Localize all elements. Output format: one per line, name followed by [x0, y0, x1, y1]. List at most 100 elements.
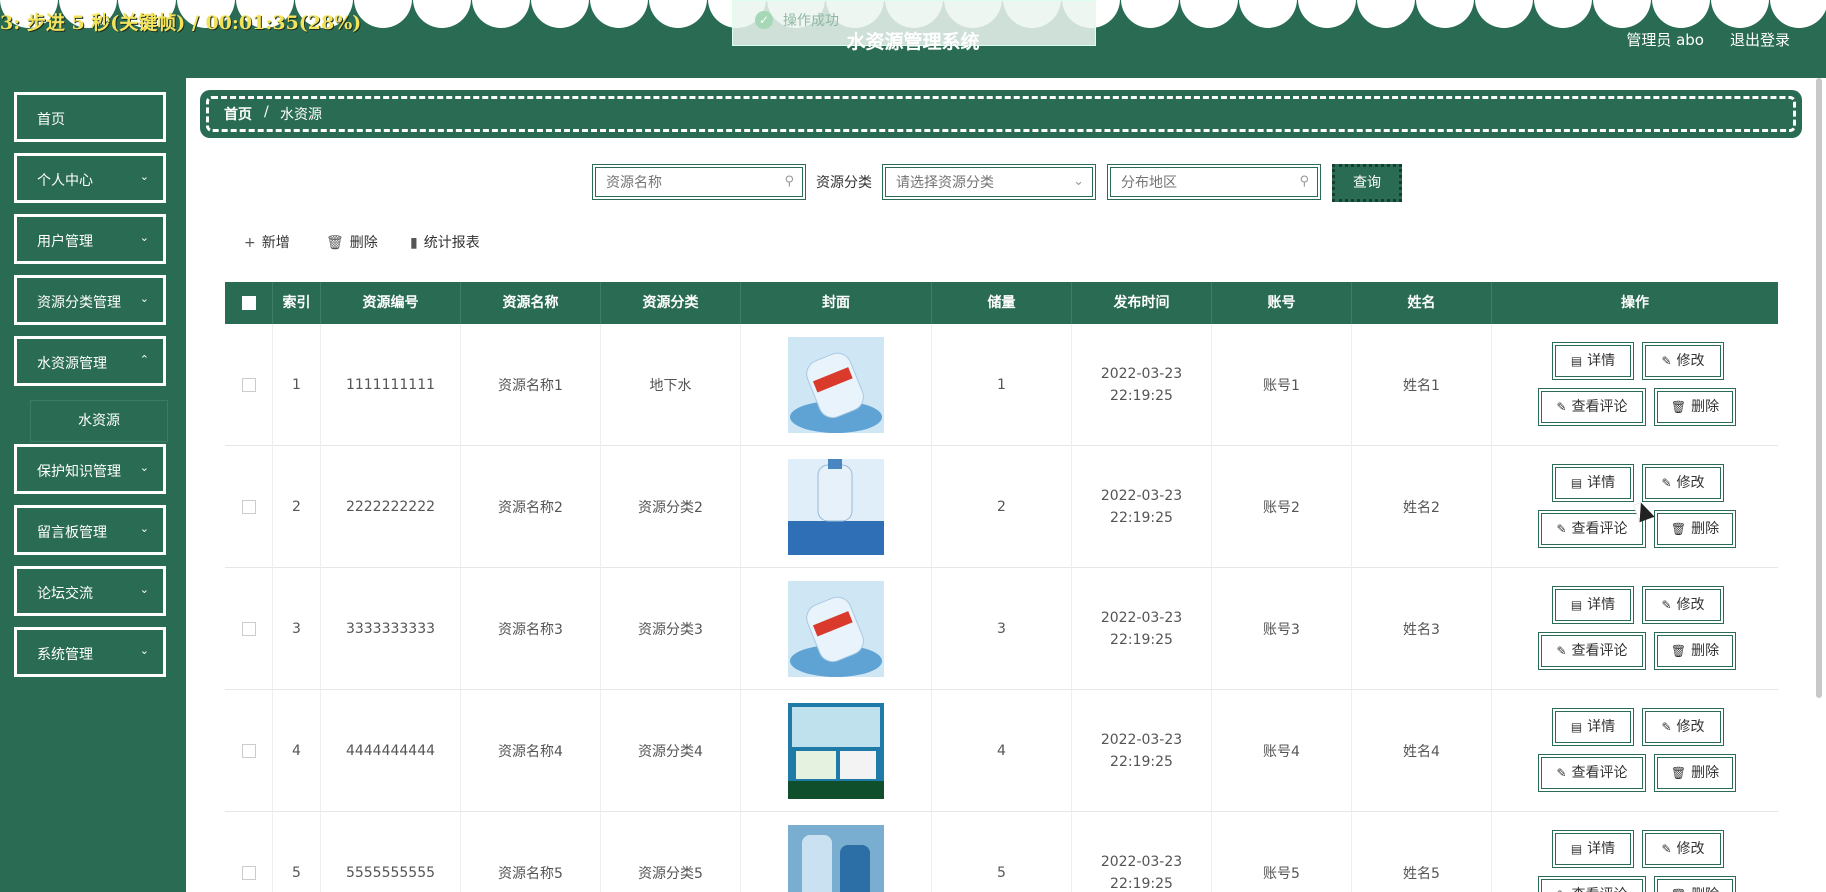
cell-code: 4444444444 [321, 690, 461, 812]
cell-cover [741, 690, 932, 812]
row-checkbox[interactable] [241, 378, 256, 392]
scallop [1652, 0, 1710, 28]
edit-button[interactable]: ✎ 修改 [1642, 708, 1724, 746]
cell-time: 2022-03-23 22:19:25 [1072, 812, 1212, 892]
detail-button[interactable]: ▤ 详情 [1552, 586, 1634, 624]
cell-actions: ▤ 详情 ✎ 修改 ✎ 查看评论 🗑 删除 [1492, 690, 1778, 812]
sidebar-item-message-board[interactable]: 留言板管理 ⌄ [14, 505, 166, 555]
detail-button[interactable]: ▤ 详情 [1552, 830, 1634, 868]
header-person: 姓名 [1352, 282, 1492, 324]
edit-button[interactable]: ✎ 修改 [1642, 830, 1724, 868]
view-comments-label: 查看评论 [1571, 521, 1628, 537]
sidebar: 首页 个人中心 ⌄ 用户管理 ⌄ 资源分类管理 ⌄ 水资源管理 ⌃ 水资源 保护… [0, 78, 186, 892]
detail-label: 详情 [1587, 841, 1616, 857]
edit-label: 修改 [1676, 353, 1705, 369]
table-row: 3 3333333333 资源名称3 资源分类3 3 2022-03-23 22… [225, 568, 1778, 690]
remove-button[interactable]: 🗑 删除 [1654, 388, 1736, 426]
edit-button[interactable]: ✎ 修改 [1642, 342, 1724, 380]
report-button[interactable]: ▮ 统计报表 [410, 232, 480, 252]
cell-code: 1111111111 [321, 324, 461, 446]
detail-button[interactable]: ▤ 详情 [1552, 342, 1634, 380]
cell-category: 地下水 [601, 324, 741, 446]
chevron-down-icon: ⌄ [139, 644, 149, 657]
trash-icon: 🗑 [1670, 522, 1687, 536]
cell-code: 3333333333 [321, 568, 461, 690]
sidebar-item-system-management[interactable]: 系统管理 ⌄ [14, 627, 166, 677]
row-checkbox[interactable] [241, 500, 256, 514]
sidebar-item-knowledge-management[interactable]: 保护知识管理 ⌄ [14, 444, 166, 494]
header-name: 资源名称 [461, 282, 601, 324]
logout-link[interactable]: 退出登录 [1730, 29, 1790, 50]
add-button[interactable]: + 新增 [244, 232, 290, 252]
cell-time: 2022-03-23 22:19:25 [1072, 568, 1212, 690]
table-row: 4 4444444444 资源名称4 资源分类4 4 2022-03-23 22… [225, 690, 1778, 812]
category-select[interactable]: ⌄ [882, 164, 1096, 200]
sidebar-item-label: 留言板管理 [37, 525, 107, 541]
cell-person: 姓名5 [1352, 812, 1492, 892]
row-checkbox[interactable] [241, 866, 256, 880]
scallop [1593, 0, 1651, 28]
header-stock: 储量 [932, 282, 1072, 324]
delete-label: 删除 [349, 235, 378, 251]
sidebar-item-personal-center[interactable]: 个人中心 ⌄ [14, 153, 166, 203]
sidebar-item-water-management[interactable]: 水资源管理 ⌃ [14, 336, 166, 386]
row-checkbox[interactable] [241, 622, 256, 636]
cell-account: 账号1 [1212, 324, 1352, 446]
cover-image [788, 825, 884, 892]
sidebar-item-label: 用户管理 [37, 234, 93, 250]
sidebar-subitem-water-resource[interactable]: 水资源 [30, 400, 168, 442]
region-search: ⚲ [1107, 164, 1321, 200]
row-select-cell [225, 690, 273, 812]
edit-button[interactable]: ✎ 修改 [1642, 464, 1724, 502]
page-scrollbar[interactable] [1816, 78, 1822, 698]
view-comments-button[interactable]: ✎ 查看评论 [1538, 876, 1646, 892]
cell-time: 2022-03-23 22:19:25 [1072, 446, 1212, 568]
pencil-icon: ✎ [1556, 888, 1566, 892]
edit-label: 修改 [1676, 719, 1705, 735]
header-cover: 封面 [741, 282, 932, 324]
cell-name: 资源名称1 [461, 324, 601, 446]
view-comments-label: 查看评论 [1572, 887, 1628, 892]
cell-person: 姓名4 [1352, 690, 1492, 812]
view-comments-button[interactable]: ✎ 查看评论 [1538, 388, 1646, 426]
region-input[interactable] [1121, 172, 1287, 194]
sidebar-item-forum[interactable]: 论坛交流 ⌄ [14, 566, 166, 616]
cell-category: 资源分类2 [601, 446, 741, 568]
cell-account: 账号4 [1212, 690, 1352, 812]
chevron-down-icon: ⌄ [139, 583, 149, 596]
view-comments-button[interactable]: ✎ 查看评论 [1538, 510, 1646, 548]
app-title: 水资源管理系统 [846, 31, 980, 53]
breadcrumb-separator: / [264, 104, 269, 120]
row-checkbox[interactable] [241, 744, 256, 758]
breadcrumb-home[interactable]: 首页 [224, 104, 252, 124]
breadcrumb: 首页 / 水资源 [200, 90, 1802, 138]
cell-stock: 4 [932, 690, 1072, 812]
cell-person: 姓名2 [1352, 446, 1492, 568]
detail-label: 详情 [1587, 475, 1616, 491]
remove-label: 删除 [1691, 887, 1719, 892]
select-all-checkbox[interactable] [241, 296, 256, 310]
view-comments-button[interactable]: ✎ 查看评论 [1538, 754, 1646, 792]
resource-name-input[interactable] [606, 172, 772, 194]
remove-button[interactable]: 🗑 删除 [1654, 754, 1736, 792]
cover-image [788, 581, 884, 677]
category-select-input[interactable] [896, 172, 1062, 194]
remove-button[interactable]: 🗑 删除 [1654, 876, 1736, 892]
scallop [531, 0, 589, 28]
header-category: 资源分类 [601, 282, 741, 324]
sidebar-item-home[interactable]: 首页 [14, 92, 166, 142]
sidebar-item-user-management[interactable]: 用户管理 ⌄ [14, 214, 166, 264]
remove-button[interactable]: 🗑 删除 [1654, 632, 1736, 670]
cell-cover [741, 446, 932, 568]
edit-button[interactable]: ✎ 修改 [1642, 586, 1724, 624]
delete-button[interactable]: 🗑 删除 [326, 232, 378, 252]
detail-button[interactable]: ▤ 详情 [1552, 708, 1634, 746]
detail-button[interactable]: ▤ 详情 [1552, 464, 1634, 502]
remove-button[interactable]: 🗑 删除 [1654, 510, 1736, 548]
cell-time: 2022-03-23 22:19:25 [1072, 690, 1212, 812]
cell-stock: 1 [932, 324, 1072, 446]
view-comments-button[interactable]: ✎ 查看评论 [1538, 632, 1646, 670]
sidebar-item-category-management[interactable]: 资源分类管理 ⌄ [14, 275, 166, 325]
query-button[interactable]: 查询 [1332, 164, 1402, 202]
cell-account: 账号5 [1212, 812, 1352, 892]
